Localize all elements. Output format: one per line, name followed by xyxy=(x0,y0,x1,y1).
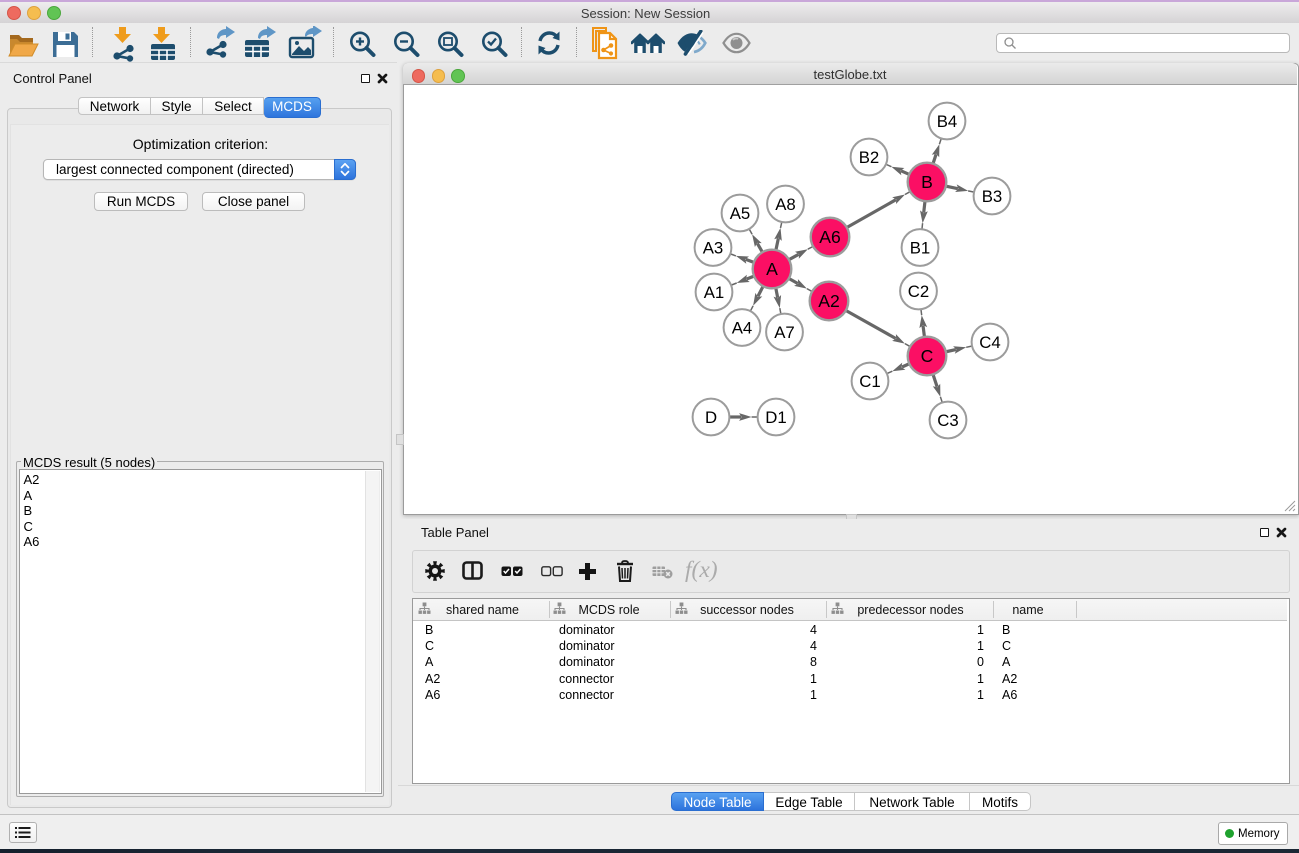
svg-text:A7: A7 xyxy=(774,323,795,342)
svg-text:C2: C2 xyxy=(908,282,929,301)
svg-text:C1: C1 xyxy=(859,372,880,391)
svg-text:D1: D1 xyxy=(765,408,786,427)
svg-text:B: B xyxy=(921,172,933,192)
svg-text:A4: A4 xyxy=(732,319,753,338)
svg-text:C4: C4 xyxy=(979,333,1000,352)
svg-text:B2: B2 xyxy=(859,148,880,167)
svg-text:B3: B3 xyxy=(982,187,1003,206)
svg-text:A8: A8 xyxy=(775,195,796,214)
svg-text:A1: A1 xyxy=(704,283,725,302)
svg-text:B1: B1 xyxy=(910,239,931,258)
svg-text:B4: B4 xyxy=(937,112,958,131)
svg-text:D: D xyxy=(705,408,717,427)
svg-text:A6: A6 xyxy=(819,227,841,247)
svg-text:A: A xyxy=(766,259,778,279)
svg-text:A5: A5 xyxy=(730,204,751,223)
svg-text:A3: A3 xyxy=(703,239,724,258)
svg-text:A2: A2 xyxy=(818,291,840,311)
svg-text:C3: C3 xyxy=(937,411,958,430)
svg-text:C: C xyxy=(921,346,934,366)
